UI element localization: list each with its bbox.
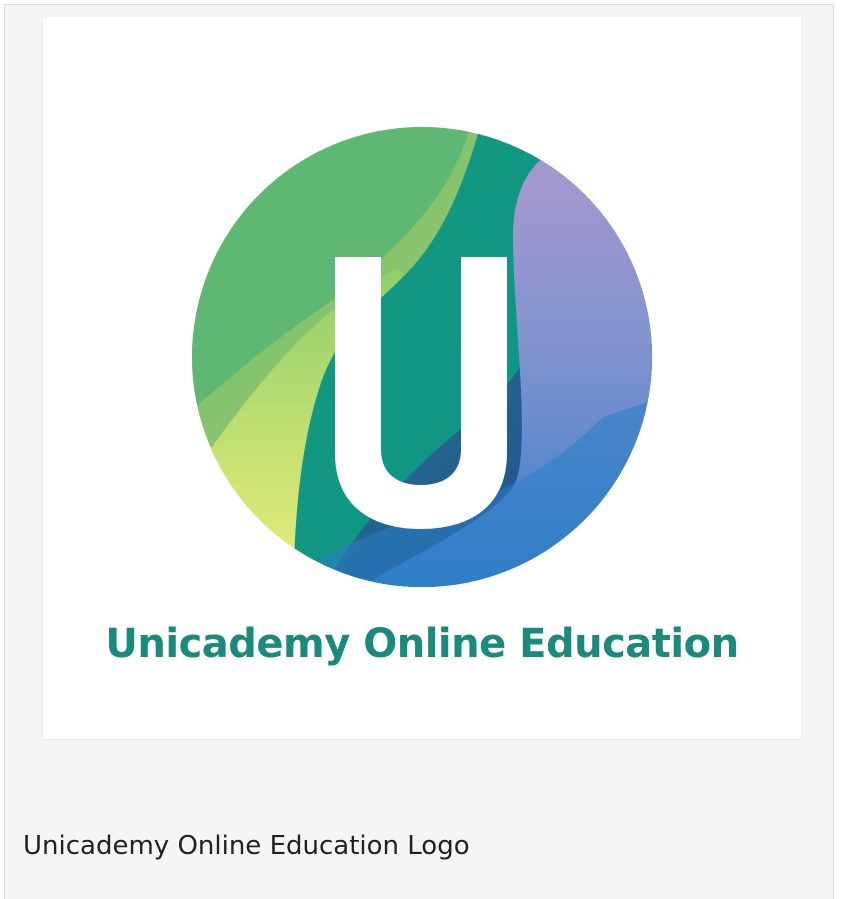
image-caption: Unicademy Online Education Logo [23, 831, 470, 861]
logo-image[interactable]: Unicademy Online Education [43, 17, 801, 739]
logo-wordmark: Unicademy Online Education [105, 621, 739, 667]
image-card: Unicademy Online Education Unicademy Onl… [4, 4, 834, 899]
page: Unicademy Online Education Unicademy Onl… [0, 0, 841, 899]
